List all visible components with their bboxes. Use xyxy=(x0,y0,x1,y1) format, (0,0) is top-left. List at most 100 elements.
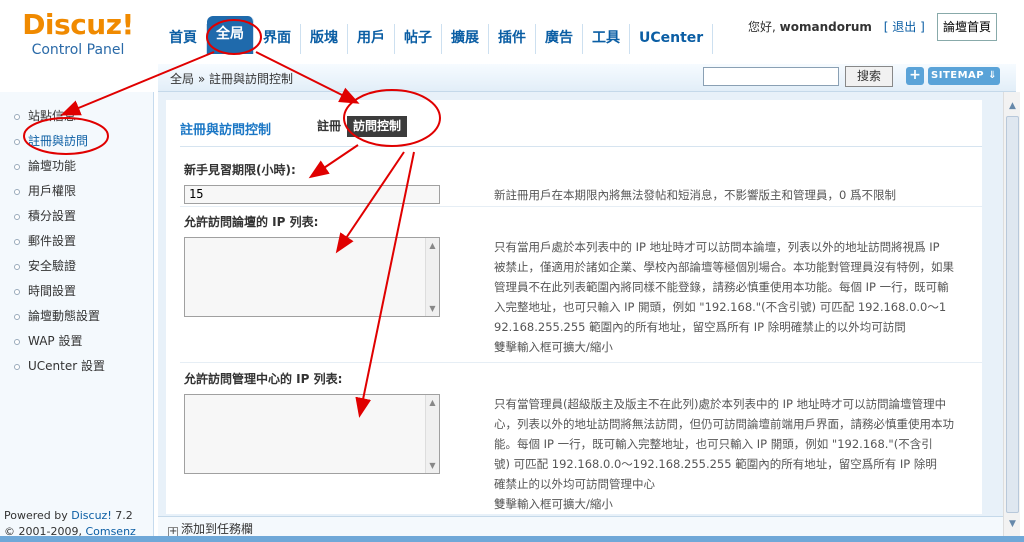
bullet-icon xyxy=(14,138,20,145)
bullet-icon xyxy=(14,213,20,220)
help-line: 只有當用戶處於本列表中的 IP 地址時才可以訪問本論壇，列表以外的地址訪問將視爲… xyxy=(494,240,940,254)
help-line: 心，列表以外的地址訪問將無法訪問，但仍可訪問論壇前端用戶界面，請務必慎重使用本功 xyxy=(494,417,954,431)
main-nav: 首頁 全局 界面 版塊 用戶 帖子 擴展 插件 廣告 工具 UCenter xyxy=(160,16,714,54)
help-line: 被禁止，僅適用於諸如企業、學校內部論壇等極個別場合。本功能對管理員沒有特例，如果 xyxy=(494,260,954,274)
newbie-period-help: 新註冊用戶在本期限內將無法發帖和短消息，不影響版主和管理員，0 爲不限制 xyxy=(494,188,896,202)
nav-extensions[interactable]: 擴展 xyxy=(442,24,489,54)
scroll-down-icon[interactable]: ▼ xyxy=(1006,518,1019,531)
bullet-icon xyxy=(14,313,20,320)
powered-version: 7.2 xyxy=(115,509,133,522)
sidebar-item-user-permissions[interactable]: 用戶權限 xyxy=(0,179,153,204)
sidebar-menu: 站點信息 註冊與訪問 論壇功能 用戶權限 積分設置 郵件設置 安全驗證 時間設置… xyxy=(0,92,153,379)
bullet-icon xyxy=(14,288,20,295)
nav-users[interactable]: 用戶 xyxy=(348,24,395,54)
newbie-period-label: 新手見習期限(小時): xyxy=(184,163,296,177)
sidebar-item-wap[interactable]: WAP 設置 xyxy=(0,329,153,354)
bullet-icon xyxy=(14,113,20,120)
sidebar-item-site-info[interactable]: 站點信息 xyxy=(0,104,153,129)
sitemap-button[interactable]: SITEMAP ⇓ xyxy=(928,67,1000,85)
tab-registration[interactable]: 註冊 xyxy=(311,116,347,137)
sidebar-item-label: 時間設置 xyxy=(28,284,77,298)
help-line: 92.168.255.255 範圍內的所有地址，留空爲所有 IP 除明確禁止的以… xyxy=(494,320,906,334)
scroll-down-icon[interactable]: ▼ xyxy=(427,303,438,314)
textarea-scrollbar[interactable]: ▲ ▼ xyxy=(425,395,439,473)
scroll-up-icon[interactable]: ▲ xyxy=(1006,100,1019,113)
bullet-icon xyxy=(14,163,20,170)
help-line: 管理員不在此列表範圍內將同樣不能登錄，請務必慎重使用本功能。每個 IP 一行，既… xyxy=(494,280,949,294)
sidebar-item-label: UCenter 設置 xyxy=(28,359,105,373)
bullet-icon xyxy=(14,263,20,270)
sidebar-item-label: 註冊與訪問 xyxy=(28,134,89,148)
admin-ip-label: 允許訪問管理中心的 IP 列表: xyxy=(184,372,343,386)
nav-ads[interactable]: 廣告 xyxy=(536,24,583,54)
bullet-icon xyxy=(14,188,20,195)
admin-ip-textarea[interactable]: ▲ ▼ xyxy=(184,394,440,474)
nav-global[interactable]: 全局 xyxy=(207,16,254,54)
scroll-up-icon[interactable]: ▲ xyxy=(427,397,438,408)
footer-bar: + 添加到任務欄 xyxy=(158,516,1003,537)
bottom-border xyxy=(0,536,1024,542)
nav-posts[interactable]: 帖子 xyxy=(395,24,442,54)
user-bar: 您好, womandorum [ 退出 ] xyxy=(748,18,925,35)
logo-brand: Discuz! xyxy=(22,8,134,41)
help-line: 雙擊輸入框可擴大/縮小 xyxy=(494,340,613,354)
scroll-up-icon[interactable]: ▲ xyxy=(427,240,438,251)
newbie-period-input[interactable]: 15 xyxy=(184,185,440,204)
forum-ip-help: 只有當用戶處於本列表中的 IP 地址時才可以訪問本論壇，列表以外的地址訪問將視爲… xyxy=(494,237,954,357)
help-line: 雙擊輸入框可擴大/縮小 xyxy=(494,497,613,511)
tab-access-control[interactable]: 訪問控制 xyxy=(347,116,408,137)
nav-home[interactable]: 首頁 xyxy=(160,24,207,54)
bullet-icon xyxy=(14,238,20,245)
forum-ip-textarea[interactable]: ▲ ▼ xyxy=(184,237,440,317)
sidebar-item-credits[interactable]: 積分設置 xyxy=(0,204,153,229)
sidebar-item-label: 論壇功能 xyxy=(28,159,77,173)
page-title: 註冊與訪問控制 xyxy=(180,123,272,138)
settings-panel: 註冊與訪問控制 註冊 訪問控制 新手見習期限(小時): 15 新註冊用戶在本期限… xyxy=(166,100,982,514)
powered-brand-link[interactable]: Discuz! xyxy=(71,509,111,522)
breadcrumb: 全局 » 註冊與訪問控制 xyxy=(170,72,293,86)
tab-bar: 註冊 訪問控制 xyxy=(311,116,408,137)
sidebar-item-label: 站點信息 xyxy=(28,109,77,123)
admin-ip-help: 只有當管理員(超級版主及版主不在此列)處於本列表中的 IP 地址時才可以訪問論壇… xyxy=(494,394,954,514)
add-to-taskbar-label: 添加到任務欄 xyxy=(181,522,254,536)
main-scrollbar[interactable]: ▲ ▼ xyxy=(1003,92,1020,537)
main-content: 註冊與訪問控制 註冊 訪問控制 新手見習期限(小時): 15 新註冊用戶在本期限… xyxy=(158,92,1003,516)
sidebar-item-label: 論壇動態設置 xyxy=(28,309,101,323)
nav-tools[interactable]: 工具 xyxy=(583,24,630,54)
forum-home-button[interactable]: 論壇首頁 xyxy=(937,13,997,41)
sidebar-item-feeds[interactable]: 論壇動態設置 xyxy=(0,304,153,329)
search-button[interactable]: 搜索 xyxy=(845,66,893,87)
divider xyxy=(180,362,982,363)
scrollbar-thumb[interactable] xyxy=(1006,116,1019,513)
sidebar: 站點信息 註冊與訪問 論壇功能 用戶權限 積分設置 郵件設置 安全驗證 時間設置… xyxy=(0,92,154,542)
add-to-taskbar-button[interactable]: + 添加到任務欄 xyxy=(168,520,253,537)
divider xyxy=(180,146,982,147)
scroll-down-icon[interactable]: ▼ xyxy=(427,460,438,471)
sidebar-item-ucenter[interactable]: UCenter 設置 xyxy=(0,354,153,379)
sidebar-item-label: WAP 設置 xyxy=(28,334,83,348)
textarea-scrollbar[interactable]: ▲ ▼ xyxy=(425,238,439,316)
sidebar-item-security[interactable]: 安全驗證 xyxy=(0,254,153,279)
sidebar-item-time[interactable]: 時間設置 xyxy=(0,279,153,304)
search-input[interactable] xyxy=(703,67,839,86)
bullet-icon xyxy=(14,363,20,370)
sidebar-item-label: 安全驗證 xyxy=(28,259,77,273)
breadcrumb-bar: 全局 » 註冊與訪問控制 搜索 + SITEMAP ⇓ xyxy=(158,64,1016,92)
sidebar-item-mail[interactable]: 郵件設置 xyxy=(0,229,153,254)
forum-ip-label: 允許訪問論壇的 IP 列表: xyxy=(184,215,319,229)
add-shortcut-button[interactable]: + xyxy=(906,67,924,85)
divider xyxy=(180,206,982,207)
header: Discuz! Control Panel 首頁 全局 界面 版塊 用戶 帖子 … xyxy=(0,0,1024,64)
nav-interface[interactable]: 界面 xyxy=(254,24,301,54)
user-name: womandorum xyxy=(779,20,872,34)
help-line: 號) 可匹配 192.168.0.0～192.168.255.255 範圍內的所… xyxy=(494,457,937,471)
help-line: 只有當管理員(超級版主及版主不在此列)處於本列表中的 IP 地址時才可以訪問論壇… xyxy=(494,397,947,411)
sidebar-item-registration[interactable]: 註冊與訪問 xyxy=(0,129,153,154)
nav-plugins[interactable]: 插件 xyxy=(489,24,536,54)
nav-ucenter[interactable]: UCenter xyxy=(630,24,714,54)
nav-forums[interactable]: 版塊 xyxy=(301,24,348,54)
sidebar-item-label: 郵件設置 xyxy=(28,234,77,248)
logout-link[interactable]: [ 退出 ] xyxy=(884,20,925,34)
logo[interactable]: Discuz! Control Panel xyxy=(8,8,148,64)
sidebar-item-forum-features[interactable]: 論壇功能 xyxy=(0,154,153,179)
